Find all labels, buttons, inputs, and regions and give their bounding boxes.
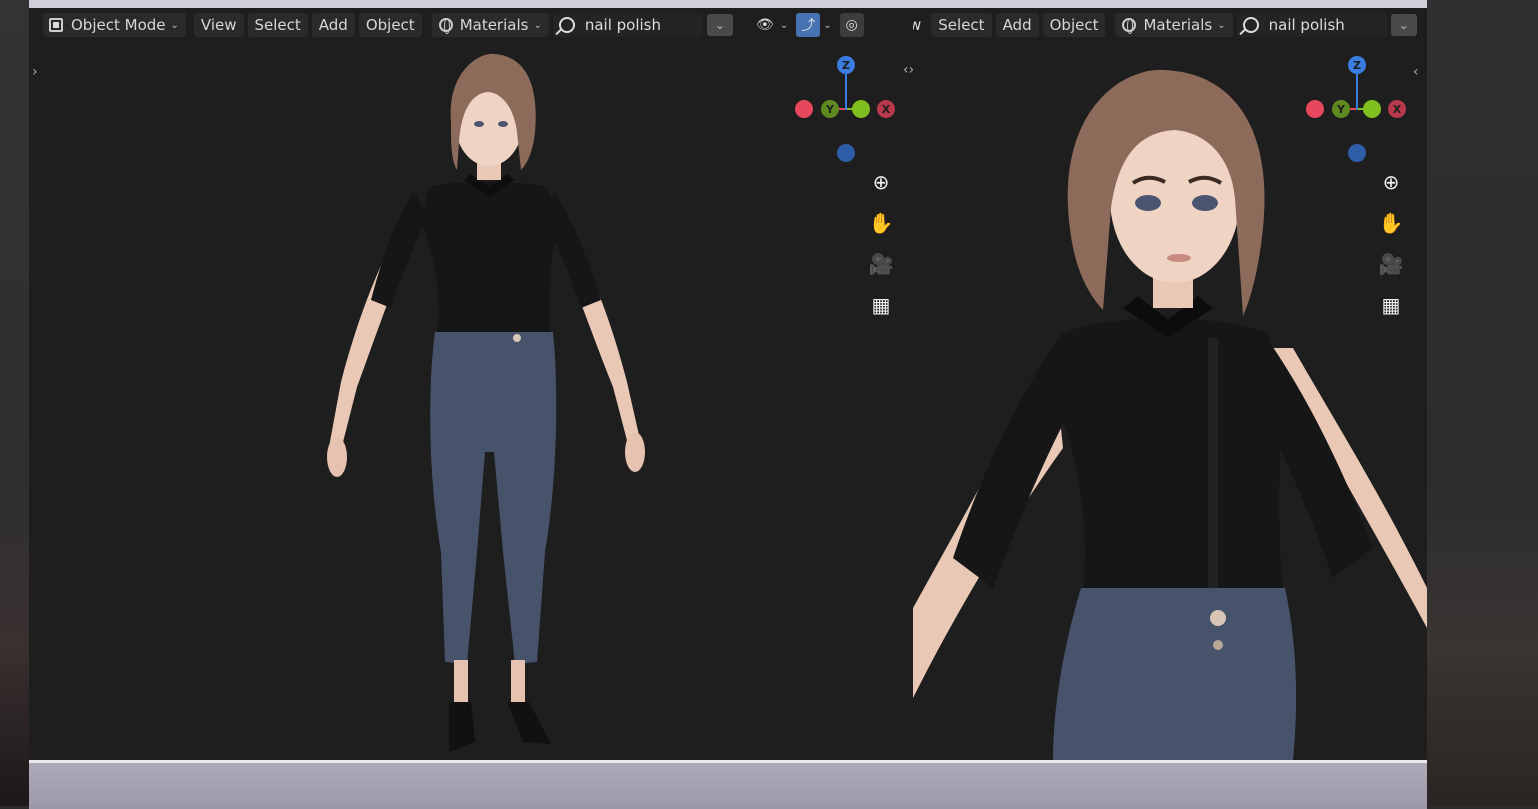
viewport-split-arrows[interactable]: ‹› bbox=[903, 62, 913, 78]
viewport-header-left: Object Mode ⌄ View Select Add Object Mat… bbox=[43, 12, 913, 38]
materials-label: Materials bbox=[459, 16, 529, 34]
y-axis-dot[interactable]: Y bbox=[821, 100, 839, 118]
camera-icon[interactable]: 🎥 bbox=[869, 252, 894, 276]
menu-select[interactable]: Select bbox=[931, 13, 992, 37]
viewport-left[interactable]: Object Mode ⌄ View Select Add Object Mat… bbox=[29, 8, 913, 760]
hand-icon[interactable]: ✋ bbox=[869, 211, 894, 235]
background-left bbox=[0, 0, 29, 806]
top-strip bbox=[29, 0, 1427, 8]
chevron-down-icon: ⌄ bbox=[779, 19, 789, 31]
menu-object[interactable]: Object bbox=[358, 13, 422, 37]
viewport-right[interactable]: w Select Add Object Materials ⌄ nail pol… bbox=[913, 8, 1427, 760]
search-value: nail polish bbox=[1268, 16, 1345, 34]
chevron-down-icon: ⌄ bbox=[823, 19, 832, 31]
object-mode-label: Object Mode bbox=[71, 16, 166, 34]
x-axis-dot[interactable]: X bbox=[877, 100, 895, 118]
bottom-band bbox=[29, 760, 1427, 809]
nav-tools-left: ⊕ ✋ 🎥 ▦ bbox=[869, 170, 899, 334]
menu-view[interactable]: View bbox=[193, 13, 244, 37]
neg-y-dot[interactable] bbox=[852, 100, 870, 118]
viewport-header-right: w Select Add Object Materials ⌄ nail pol… bbox=[913, 12, 1427, 38]
search-icon bbox=[1242, 17, 1259, 33]
object-mode-dropdown[interactable]: Object Mode ⌄ bbox=[43, 13, 186, 37]
search-icon bbox=[558, 17, 575, 33]
overlay-icon[interactable]: ◎ bbox=[839, 13, 864, 37]
search-input[interactable]: nail polish bbox=[552, 13, 703, 37]
search-options-button[interactable]: ⌄ bbox=[1390, 14, 1417, 36]
globe-icon bbox=[1122, 18, 1137, 34]
neg-x-dot[interactable] bbox=[795, 100, 813, 118]
chevron-down-icon: ⌄ bbox=[533, 19, 542, 31]
z-axis-dot[interactable]: Z bbox=[837, 56, 855, 74]
menu-object[interactable]: Object bbox=[1042, 13, 1106, 37]
menu-select[interactable]: Select bbox=[247, 13, 308, 37]
cut-label: w bbox=[913, 16, 922, 34]
menu-add[interactable]: Add bbox=[995, 13, 1039, 37]
sidebar-toggle-left[interactable]: › bbox=[32, 64, 38, 80]
chevron-down-icon: ⌄ bbox=[1217, 19, 1226, 31]
search-input[interactable]: nail polish bbox=[1236, 13, 1387, 37]
gizmo-toggle-icon[interactable]: ⤴ bbox=[796, 13, 821, 37]
character-full-body bbox=[327, 53, 645, 752]
search-value: nail polish bbox=[584, 16, 662, 34]
chevron-down-icon: ⌄ bbox=[170, 19, 179, 31]
neg-z-dot[interactable] bbox=[837, 144, 855, 162]
menu-add[interactable]: Add bbox=[311, 13, 355, 37]
navigation-gizmo[interactable]: Z Y X bbox=[795, 56, 905, 166]
materials-label: Materials bbox=[1143, 16, 1213, 34]
materials-dropdown[interactable]: Materials ⌄ bbox=[1115, 13, 1233, 37]
character-closeup bbox=[913, 69, 1427, 760]
z-axis-line bbox=[845, 74, 847, 110]
visibility-icon[interactable]: 👁 bbox=[753, 13, 777, 37]
globe-icon bbox=[438, 18, 453, 34]
search-options-button[interactable]: ⌄ bbox=[706, 14, 733, 36]
materials-dropdown[interactable]: Materials ⌄ bbox=[431, 13, 549, 37]
grid-icon[interactable]: ▦ bbox=[869, 293, 893, 317]
object-mode-icon bbox=[49, 18, 63, 32]
zoom-icon[interactable]: ⊕ bbox=[869, 170, 893, 194]
background-right bbox=[1427, 0, 1538, 806]
